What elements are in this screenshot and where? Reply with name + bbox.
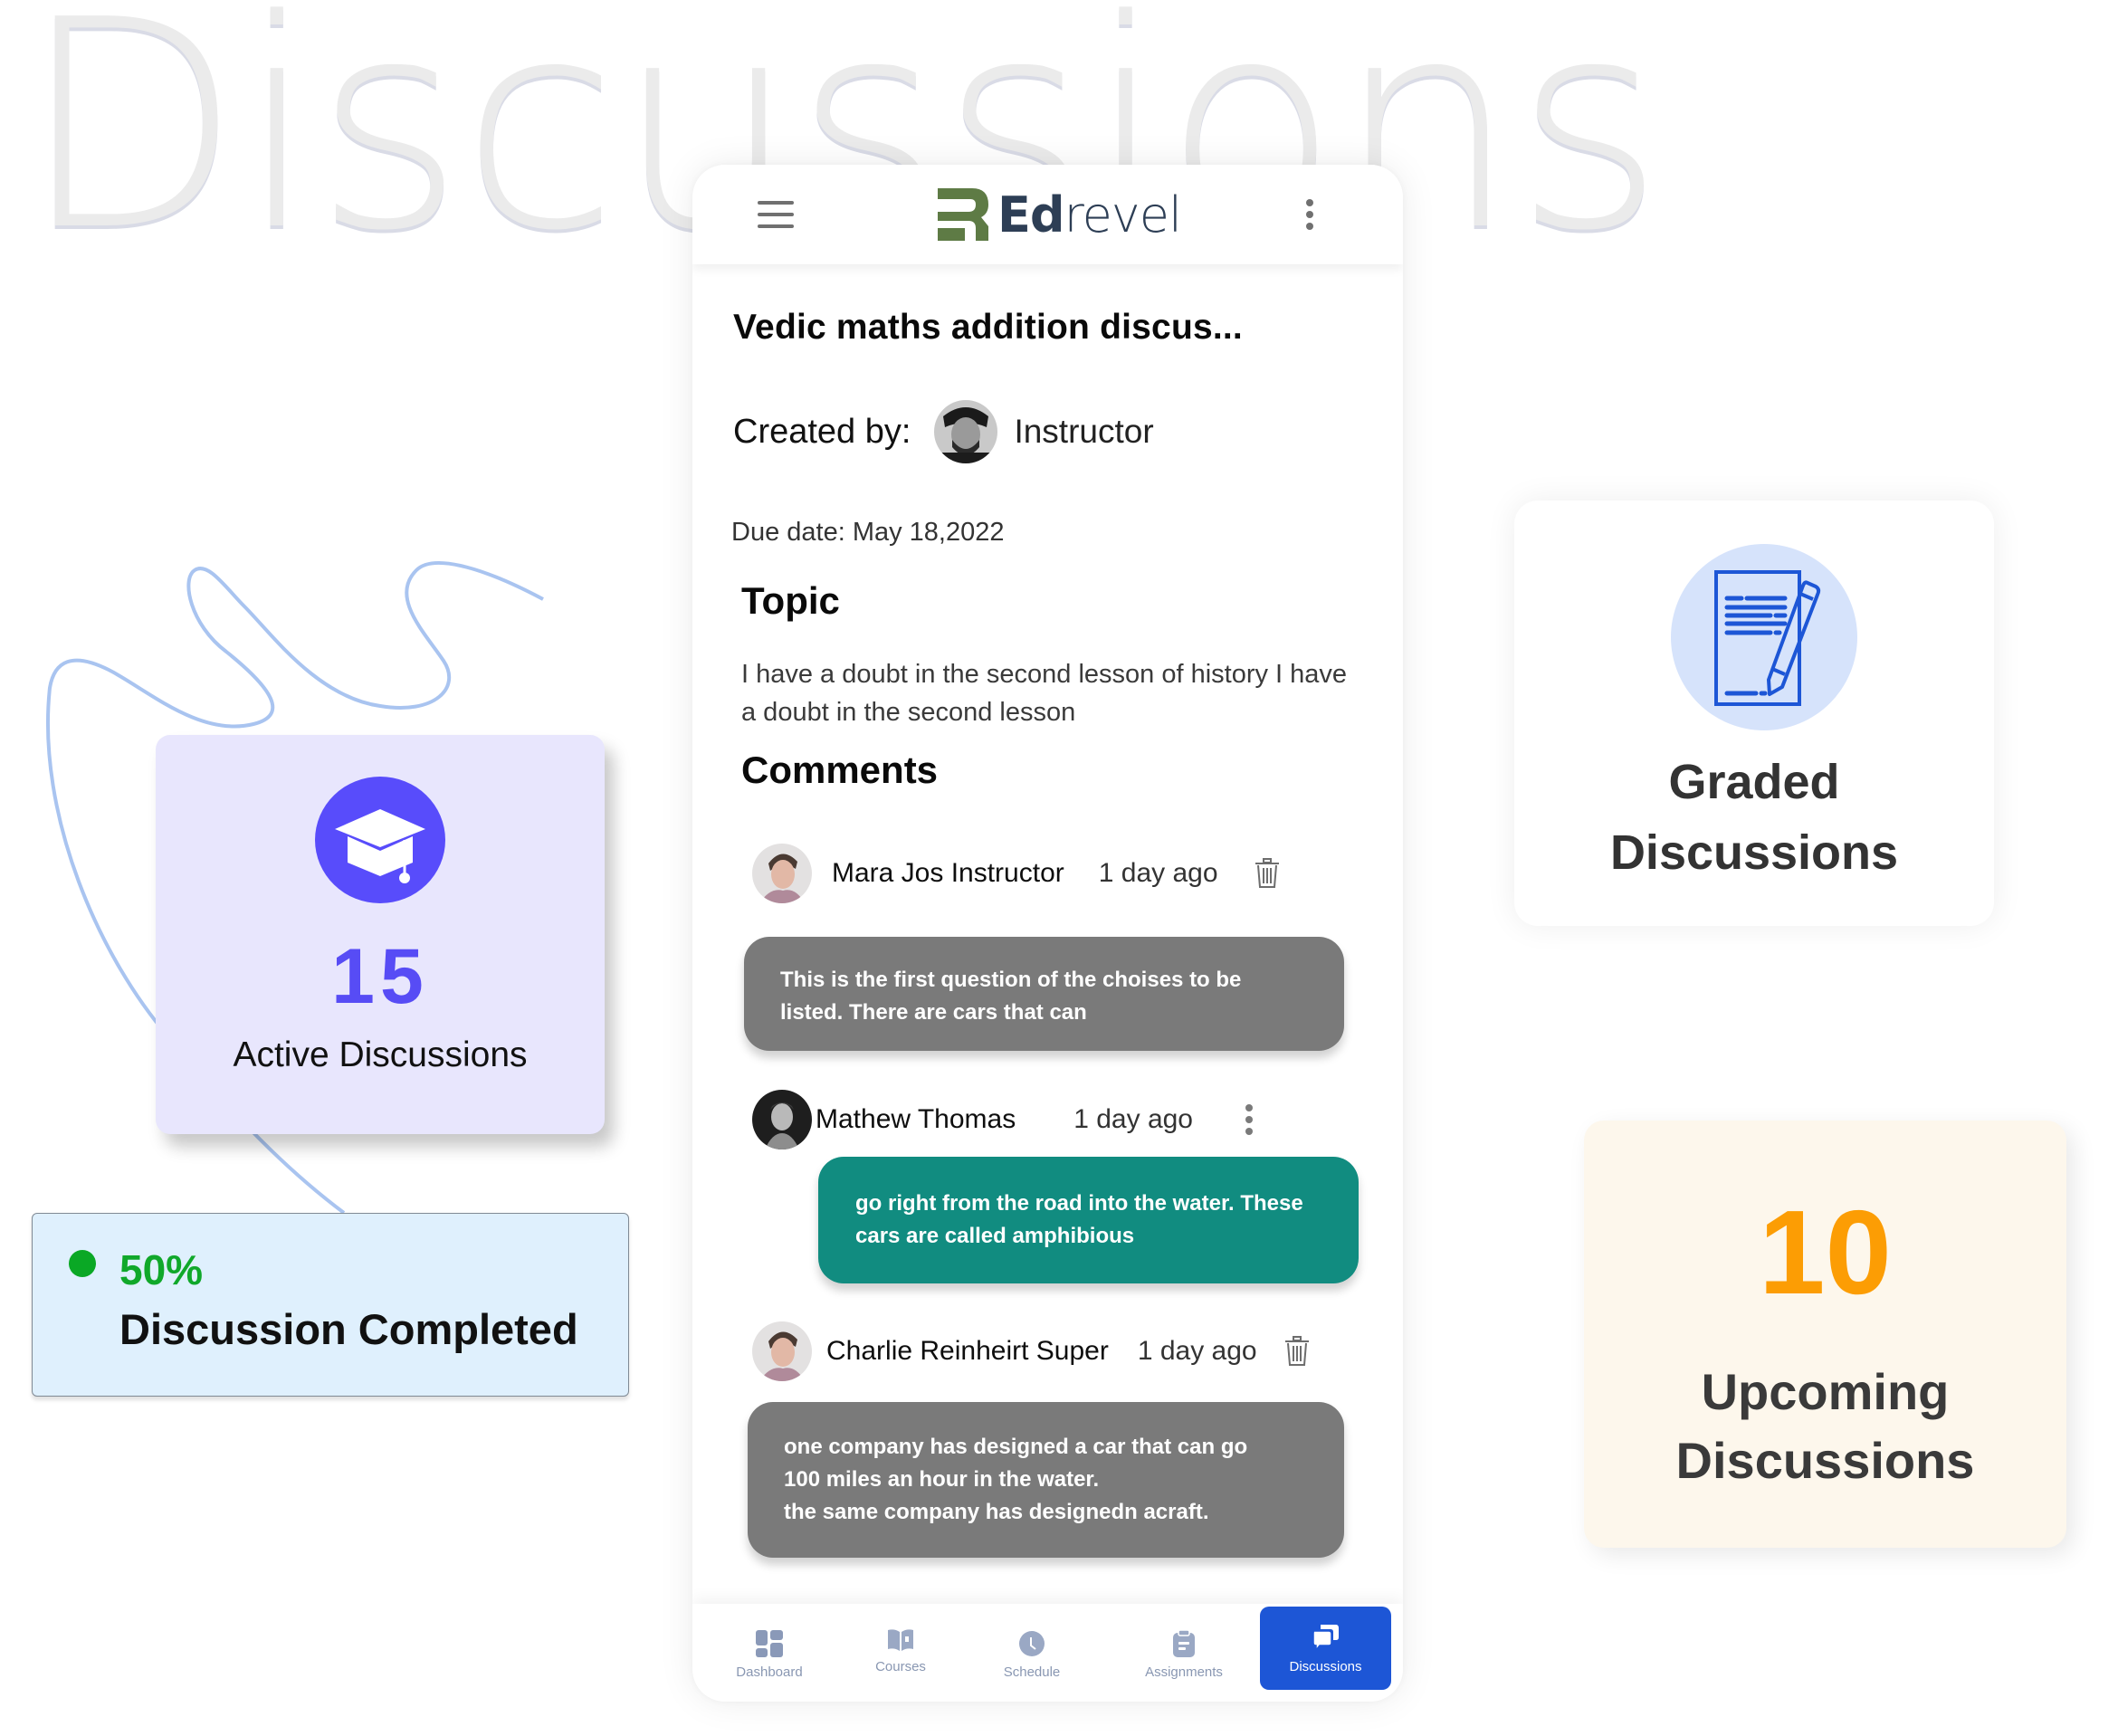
clock-icon — [1019, 1630, 1045, 1656]
comment-header: Mathew Thomas 1 day ago — [752, 1090, 1253, 1149]
created-by-row: Created by: Instructor — [733, 400, 1154, 463]
dashboard-grid-icon — [756, 1629, 783, 1657]
upcoming-label-line2: Discussions — [1675, 1432, 1975, 1489]
comment-avatar[interactable] — [752, 1090, 812, 1149]
bottom-navigation: Dashboard Courses Schedule Assignments D… — [692, 1604, 1403, 1702]
completed-label: Discussion Completed — [119, 1305, 578, 1353]
comment-bubble: go right from the road into the water. T… — [818, 1157, 1359, 1283]
upcoming-discussions-card[interactable]: 10 Upcoming Discussions — [1584, 1121, 2066, 1548]
nav-label: Courses — [875, 1658, 926, 1674]
upcoming-discussions-label: Upcoming Discussions — [1584, 1358, 2066, 1495]
upcoming-discussions-count: 10 — [1759, 1186, 1892, 1319]
comment-time: 1 day ago — [1073, 1104, 1193, 1134]
discussion-detail: Vedic maths addition discus... Created b… — [692, 264, 1403, 1702]
hamburger-menu-icon[interactable] — [758, 201, 794, 228]
completed-percent: 50% — [119, 1246, 204, 1293]
comment-line: the same company has designedn acraft. — [784, 1500, 1209, 1524]
edrevel-logo-icon — [938, 188, 989, 241]
trash-icon[interactable] — [1284, 1336, 1310, 1367]
comment-author[interactable]: Mathew Thomas — [816, 1104, 1016, 1135]
active-discussions-label: Active Discussions — [233, 1035, 528, 1074]
nav-courses[interactable]: Courses — [842, 1609, 959, 1693]
clipboard-icon — [1173, 1629, 1195, 1657]
comment-avatar[interactable] — [752, 844, 812, 903]
nav-assignments[interactable]: Assignments — [1111, 1613, 1256, 1696]
creator-avatar[interactable] — [934, 400, 998, 463]
app-header: Edrevel — [692, 165, 1403, 264]
graded-discussions-label: Graded Discussions — [1514, 747, 1994, 888]
created-by-label: Created by: — [733, 412, 911, 451]
comment-author[interactable]: Mara Jos Instructor — [832, 858, 1064, 889]
graded-label-line2: Discussions — [1609, 825, 1899, 880]
brand-name: Edrevel — [997, 186, 1182, 243]
nav-discussions[interactable]: Discussions — [1260, 1607, 1391, 1690]
chat-bubbles-icon — [1312, 1624, 1339, 1652]
comment-time: 1 day ago — [1098, 858, 1218, 888]
active-discussions-count: 15 — [331, 933, 429, 1020]
brand-logo[interactable]: Edrevel — [936, 186, 1182, 243]
creator-name[interactable]: Instructor — [1014, 413, 1153, 451]
phone-app-screen: Edrevel Vedic maths addition discus... C… — [692, 165, 1403, 1702]
comment-line: 100 miles an hour in the water. — [784, 1467, 1100, 1492]
graded-label-line1: Graded — [1668, 755, 1840, 809]
status-dot-icon — [69, 1250, 96, 1277]
more-options-icon[interactable] — [1305, 199, 1314, 230]
active-discussions-card[interactable]: 15 Active Discussions — [156, 735, 605, 1134]
nav-label: Assignments — [1145, 1664, 1223, 1680]
discussion-title: Vedic maths addition discus... — [733, 308, 1243, 347]
comment-bubble: This is the first question of the choise… — [744, 937, 1344, 1051]
nav-schedule[interactable]: Schedule — [973, 1613, 1091, 1696]
comment-bubble: one company has designed a car that can … — [748, 1402, 1344, 1558]
graduation-cap-icon — [315, 777, 445, 903]
kebab-menu-icon[interactable] — [1245, 1104, 1253, 1135]
book-icon — [888, 1628, 913, 1651]
topic-heading: Topic — [741, 579, 840, 622]
comment-line: one company has designed a car that can … — [784, 1435, 1248, 1459]
nav-label: Discussions — [1289, 1658, 1362, 1674]
topic-text: I have a doubt in the second lesson of h… — [741, 660, 1348, 727]
nav-dashboard[interactable]: Dashboard — [711, 1613, 828, 1696]
comment-header: Mara Jos Instructor 1 day ago — [752, 844, 1280, 903]
comment-header: Charlie Reinheirt Super 1 day ago — [752, 1321, 1310, 1381]
nav-label: Schedule — [1003, 1664, 1061, 1680]
comment-author[interactable]: Charlie Reinheirt Super — [826, 1336, 1109, 1367]
document-pencil-icon — [1671, 544, 1857, 730]
comment-avatar[interactable] — [752, 1321, 812, 1381]
nav-label: Dashboard — [736, 1664, 803, 1680]
comments-heading: Comments — [741, 749, 939, 791]
due-date: Due date: May 18,2022 — [731, 518, 1005, 547]
upcoming-label-line1: Upcoming — [1701, 1363, 1950, 1420]
discussion-completed-card[interactable]: 50% Discussion Completed — [32, 1213, 629, 1397]
trash-icon[interactable] — [1255, 858, 1280, 889]
comment-time: 1 day ago — [1137, 1336, 1257, 1366]
graded-discussions-card[interactable]: Graded Discussions — [1514, 501, 1994, 926]
